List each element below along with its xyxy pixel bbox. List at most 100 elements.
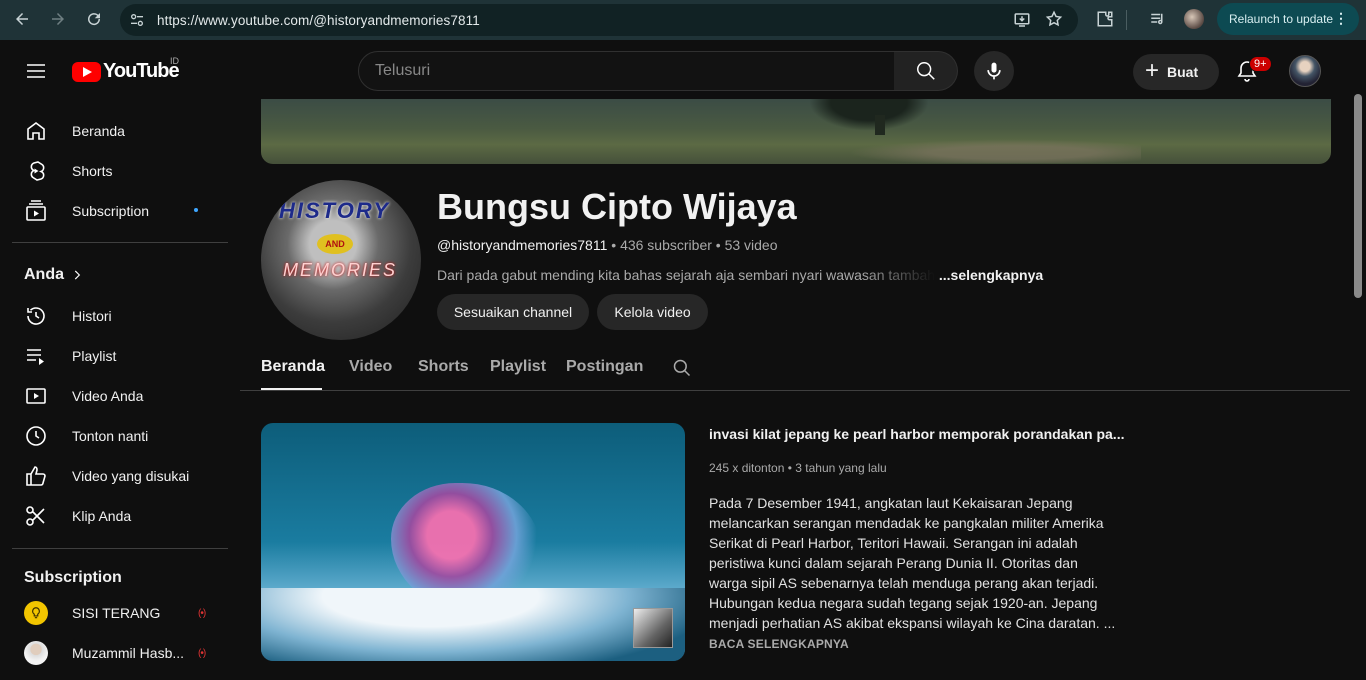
featured-video-description: Pada 7 Desember 1941, angkatan laut Keka…: [709, 495, 1116, 631]
banner-path: [821, 137, 1141, 163]
voice-search-button[interactable]: [974, 51, 1014, 91]
tab-playlists[interactable]: Playlist: [490, 358, 546, 376]
youtube-logo[interactable]: YouTube ID: [72, 56, 180, 83]
avatar-text-middle: AND: [317, 234, 353, 254]
customize-channel-button[interactable]: Sesuaikan channel: [437, 294, 589, 330]
tab-videos[interactable]: Video: [349, 358, 392, 376]
live-icon: (•): [198, 647, 206, 659]
account-avatar[interactable]: [1289, 55, 1321, 87]
meta-separator: •: [715, 237, 725, 253]
menu-icon[interactable]: [24, 59, 48, 83]
channel-name: Bungsu Cipto Wijaya: [437, 186, 797, 227]
reload-icon[interactable]: [82, 7, 106, 31]
sidebar-item-label: Video yang disukai: [72, 468, 190, 484]
sidebar-item-label: Playlist: [72, 348, 117, 364]
live-icon: (•): [198, 607, 206, 619]
your-videos-icon: [26, 388, 46, 404]
plus-icon: +: [1145, 56, 1160, 84]
profile-avatar[interactable]: [1184, 9, 1204, 29]
sidebar-item-label: Tonton nanti: [72, 428, 149, 444]
site-settings-icon[interactable]: [129, 12, 145, 33]
url-text: https://www.youtube.com/@historyandmemor…: [157, 12, 480, 28]
sidebar-item-label: Beranda: [72, 123, 125, 139]
install-app-icon[interactable]: [1013, 11, 1031, 34]
forward-arrow-icon[interactable]: [46, 7, 70, 31]
tab-posts[interactable]: Postingan: [566, 358, 643, 376]
home-icon: [27, 122, 45, 140]
sidebar-item-subscription-channel[interactable]: SISI TERANG (•): [12, 593, 228, 633]
sidebar-item-shorts[interactable]: Shorts: [12, 151, 228, 191]
sidebar-item-playlist[interactable]: Playlist: [12, 336, 228, 376]
microphone-icon: [987, 62, 1001, 80]
search-input[interactable]: Telusuri: [358, 51, 895, 91]
sidebar-item-liked-videos[interactable]: Video yang disukai: [12, 456, 228, 496]
avatar-text-bottom: MEMORIES: [283, 260, 398, 280]
channel-description[interactable]: Dari pada gabut mending kita bahas sejar…: [437, 267, 1043, 283]
channel-avatar-large[interactable]: HISTORY AND MEMORIES: [261, 180, 421, 340]
channel-banner: [261, 99, 1331, 164]
country-code: ID: [170, 56, 179, 66]
read-more-link[interactable]: BACA SELENGKAPNYA: [709, 637, 849, 651]
youtube-play-icon: [72, 61, 101, 82]
tab-home[interactable]: Beranda: [261, 358, 325, 376]
shorts-icon: [30, 161, 45, 181]
manage-videos-button[interactable]: Kelola video: [597, 294, 708, 330]
you-heading: Anda: [24, 266, 64, 283]
back-arrow-icon[interactable]: [10, 7, 34, 31]
sidebar-item-history[interactable]: Histori: [12, 296, 228, 336]
sidebar-item-home[interactable]: Beranda: [12, 111, 228, 151]
tabs-divider: [240, 390, 1350, 391]
youtube-masthead: YouTube ID Telusuri + Buat 9+: [0, 43, 1352, 99]
chevron-right-icon: [74, 270, 81, 280]
sidebar-divider: [12, 548, 228, 549]
address-bar[interactable]: https://www.youtube.com/@historyandmemor…: [120, 4, 1078, 36]
featured-video-title[interactable]: invasi kilat jepang ke pearl harbor memp…: [709, 426, 1124, 442]
video-count: 53 video: [724, 237, 778, 253]
sidebar-item-your-videos[interactable]: Video Anda: [12, 376, 228, 416]
logo-text: YouTube: [103, 60, 180, 82]
sidebar-item-clips[interactable]: Klip Anda: [12, 496, 228, 536]
sidebar-item-label: Shorts: [72, 163, 113, 179]
sidebar-item-label: Klip Anda: [72, 508, 132, 524]
description-more-link[interactable]: ...selengkapnya: [939, 267, 1043, 283]
bookmark-star-icon[interactable]: [1045, 10, 1063, 33]
media-controls-icon[interactable]: [1146, 7, 1170, 31]
watch-later-icon: [26, 426, 46, 446]
history-icon: [27, 307, 45, 325]
meta-separator: •: [611, 237, 621, 253]
thumbnail-wave: [261, 588, 685, 661]
browser-toolbar: https://www.youtube.com/@historyandmemor…: [0, 0, 1366, 40]
more-vert-icon[interactable]: ⋮: [1334, 10, 1348, 27]
subscriptions-heading: Subscription: [24, 569, 122, 586]
create-label: Buat: [1167, 64, 1199, 80]
extensions-icon[interactable]: [1093, 7, 1117, 31]
avatar-text-top: HISTORY: [279, 198, 390, 223]
sidebar-item-subscription-channel[interactable]: Muzammil Hasb... (•): [12, 633, 228, 673]
banner-tree-trunk: [875, 115, 885, 135]
search-bar: Telusuri: [358, 51, 958, 91]
channel-search-icon[interactable]: [672, 358, 692, 378]
thumbs-up-icon: [26, 466, 46, 486]
playlist-icon: [27, 349, 44, 365]
channel-meta: @historyandmemories7811 • 436 subscriber…: [437, 237, 778, 253]
featured-video-thumbnail[interactable]: [261, 423, 685, 661]
tab-shorts[interactable]: Shorts: [418, 358, 469, 376]
scrollbar-thumb[interactable]: [1354, 94, 1362, 298]
search-button[interactable]: [894, 51, 958, 91]
sidebar-item-subscriptions[interactable]: Subscription: [12, 191, 228, 231]
notification-badge: 9+: [1249, 56, 1272, 72]
sidebar-item-label: Histori: [72, 308, 112, 324]
relaunch-button[interactable]: Relaunch to update ⋮: [1217, 3, 1359, 35]
channel-avatar: [24, 641, 48, 665]
create-button[interactable]: + Buat: [1133, 54, 1219, 90]
subscriber-count: 436 subscriber: [620, 237, 712, 253]
sidebar-item-label: Muzammil Hasb...: [72, 645, 185, 661]
search-icon: [916, 62, 935, 80]
lightbulb-icon: [24, 601, 48, 625]
banner-tree: [809, 99, 929, 131]
channel-handle: @historyandmemories7811: [437, 237, 608, 253]
sidebar: Beranda Shorts Subscription Anda Histori…: [0, 99, 240, 680]
subscriptions-icon: [26, 200, 46, 221]
sidebar-item-watch-later[interactable]: Tonton nanti: [12, 416, 228, 456]
sidebar-heading-you[interactable]: Anda: [12, 255, 228, 295]
